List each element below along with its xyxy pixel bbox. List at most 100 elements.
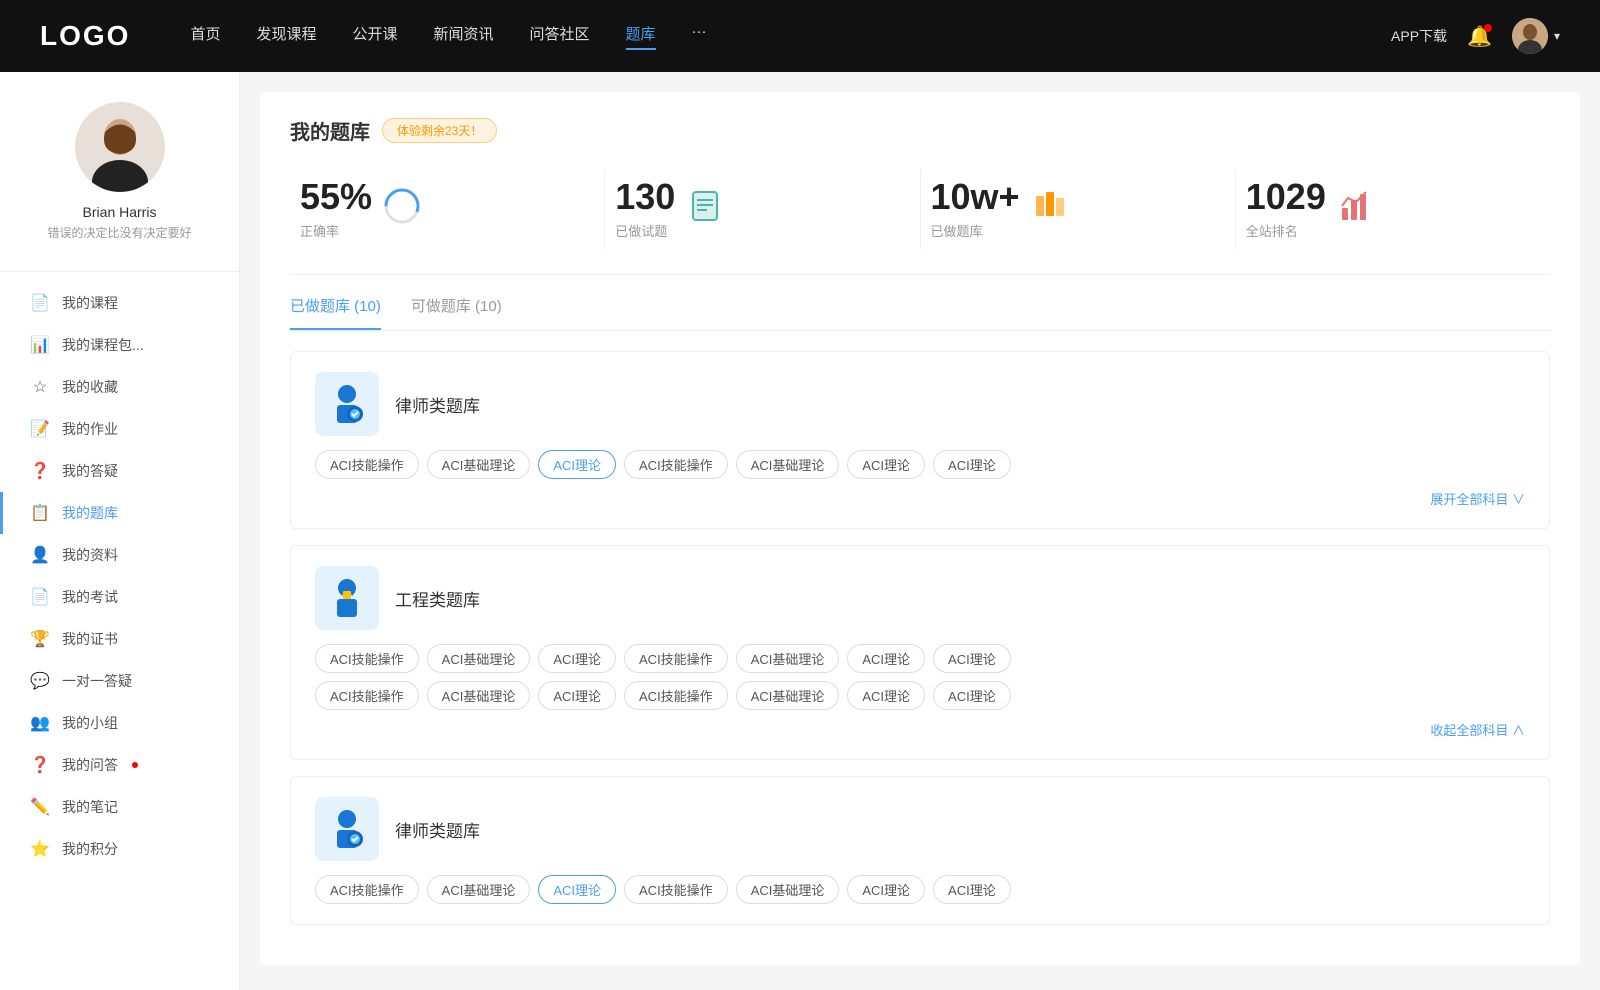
nav-news[interactable]: 新闻资讯 <box>434 23 494 50</box>
notification-bell[interactable]: 🔔 <box>1467 24 1492 49</box>
library-icon <box>1032 188 1068 231</box>
avatar <box>75 102 165 192</box>
tab-available-banks[interactable]: 可做题库 (10) <box>411 295 502 330</box>
bank-item-icon-lawyer-2 <box>315 797 379 861</box>
tag-item[interactable]: ACI理论 <box>847 875 925 904</box>
sidebar-item-homework[interactable]: 📝 我的作业 <box>0 408 239 450</box>
bank-item-name: 律师类题库 <box>395 817 480 842</box>
sidebar-item-points[interactable]: ⭐ 我的积分 <box>0 828 239 870</box>
tag-item[interactable]: ACI基础理论 <box>736 644 840 673</box>
sidebar-item-one-on-one[interactable]: 💬 一对一答疑 <box>0 660 239 702</box>
tag-item[interactable]: ACI基础理论 <box>736 875 840 904</box>
bank-section-header: 我的题库 体验剩余23天！ <box>290 116 1550 145</box>
bank-tags-row1: ACI技能操作 ACI基础理论 ACI理论 ACI技能操作 ACI基础理论 AC… <box>315 875 1525 904</box>
sidebar-item-course-package[interactable]: 📊 我的课程包... <box>0 324 239 366</box>
user-avatar-button[interactable]: ▾ <box>1512 18 1560 54</box>
sidebar-item-my-course[interactable]: 📄 我的课程 <box>0 282 239 324</box>
stats-row: 55% 正确率 130 已做试题 <box>290 169 1550 275</box>
sidebar-item-group[interactable]: 👥 我的小组 <box>0 702 239 744</box>
tag-item[interactable]: ACI理论 <box>538 681 616 710</box>
tag-item[interactable]: ACI基础理论 <box>736 681 840 710</box>
sidebar-item-label: 我的收藏 <box>62 377 118 397</box>
sidebar-item-profile-info[interactable]: 👤 我的资料 <box>0 534 239 576</box>
stat-library-value: 10w+ <box>931 179 1020 215</box>
tag-item[interactable]: ACI基础理论 <box>427 644 531 673</box>
tag-item[interactable]: ACI技能操作 <box>624 875 728 904</box>
tag-item[interactable]: ACI技能操作 <box>315 875 419 904</box>
tag-item[interactable]: ACI理论 <box>933 450 1011 479</box>
sidebar-item-notes[interactable]: ✏️ 我的笔记 <box>0 786 239 828</box>
sidebar-menu: 📄 我的课程 📊 我的课程包... ☆ 我的收藏 📝 我的作业 ❓ 我的答疑 📋 <box>0 282 239 890</box>
bank-page-title: 我的题库 <box>290 116 370 145</box>
header: LOGO 首页 发现课程 公开课 新闻资讯 问答社区 题库 ··· APP下载 … <box>0 0 1600 72</box>
nav-discover[interactable]: 发现课程 <box>256 23 316 50</box>
nav-open-course[interactable]: 公开课 <box>352 23 397 50</box>
bank-item-lawyer-2: 律师类题库 ACI技能操作 ACI基础理论 ACI理论 ACI技能操作 ACI基… <box>290 776 1550 925</box>
bank-section: 我的题库 体验剩余23天！ 55% 正确率 <box>260 92 1580 965</box>
tag-item[interactable]: ACI理论 <box>933 681 1011 710</box>
sidebar-item-my-qa[interactable]: ❓ 我的问答 <box>0 744 239 786</box>
sidebar-item-label: 我的课程 <box>62 293 118 313</box>
sidebar-item-label: 我的题库 <box>62 503 118 523</box>
main-content: 我的题库 体验剩余23天！ 55% 正确率 <box>240 72 1600 990</box>
tag-item[interactable]: ACI技能操作 <box>315 681 419 710</box>
tag-item-active[interactable]: ACI理论 <box>538 450 616 479</box>
tag-item[interactable]: ACI基础理论 <box>427 875 531 904</box>
tag-item[interactable]: ACI技能操作 <box>624 644 728 673</box>
tag-item[interactable]: ACI技能操作 <box>315 450 419 479</box>
app-download-button[interactable]: APP下载 <box>1391 26 1447 46</box>
tag-item[interactable]: ACI理论 <box>847 681 925 710</box>
question-icon: ❓ <box>30 461 50 481</box>
profile-name: Brian Harris <box>83 204 157 220</box>
bank-item-icon-lawyer <box>315 372 379 436</box>
nav-home[interactable]: 首页 <box>190 23 220 50</box>
tag-item[interactable]: ACI技能操作 <box>315 644 419 673</box>
stat-questions-label: 已做试题 <box>615 221 675 240</box>
tabs-row: 已做题库 (10) 可做题库 (10) <box>290 295 1550 331</box>
sidebar-item-label: 我的答疑 <box>62 461 118 481</box>
sidebar-divider <box>0 271 239 272</box>
stat-ranking: 1029 全站排名 <box>1236 169 1550 250</box>
expand-button-1[interactable]: 展开全部科目 ∨ <box>315 489 1525 508</box>
bank-item-name: 律师类题库 <box>395 392 480 417</box>
stat-accuracy-label: 正确率 <box>300 221 372 240</box>
tag-item[interactable]: ACI基础理论 <box>427 681 531 710</box>
points-icon: ⭐ <box>30 839 50 859</box>
sidebar-item-qa[interactable]: ❓ 我的答疑 <box>0 450 239 492</box>
tag-item[interactable]: ACI技能操作 <box>624 681 728 710</box>
stat-ranking-label: 全站排名 <box>1246 221 1326 240</box>
sidebar-item-exam[interactable]: 📄 我的考试 <box>0 576 239 618</box>
qa-notification-dot <box>132 762 138 768</box>
tag-item[interactable]: ACI技能操作 <box>624 450 728 479</box>
collapse-button-2[interactable]: 收起全部科目 ∧ <box>315 720 1525 739</box>
nav-qa[interactable]: 问答社区 <box>530 23 590 50</box>
tag-item[interactable]: ACI理论 <box>847 644 925 673</box>
sidebar-item-label: 我的资料 <box>62 545 118 565</box>
bank-item-header: 律师类题库 <box>315 797 1525 861</box>
tag-item[interactable]: ACI理论 <box>933 875 1011 904</box>
tag-item[interactable]: ACI基础理论 <box>736 450 840 479</box>
tab-done-banks[interactable]: 已做题库 (10) <box>290 295 381 330</box>
tag-item[interactable]: ACI理论 <box>933 644 1011 673</box>
tag-item[interactable]: ACI理论 <box>847 450 925 479</box>
notification-dot <box>1484 24 1492 32</box>
stat-ranking-value: 1029 <box>1246 179 1326 215</box>
package-icon: 📊 <box>30 335 50 355</box>
pie-chart-icon <box>384 188 420 231</box>
sidebar-item-label: 我的作业 <box>62 419 118 439</box>
sidebar-item-label: 我的笔记 <box>62 797 118 817</box>
nav-bank[interactable]: 题库 <box>626 23 656 50</box>
tag-item[interactable]: ACI基础理论 <box>427 450 531 479</box>
tag-item[interactable]: ACI理论 <box>538 644 616 673</box>
tag-item-active[interactable]: ACI理论 <box>538 875 616 904</box>
bank-item-name: 工程类题库 <box>395 586 480 611</box>
profile-icon: 👤 <box>30 545 50 565</box>
sidebar-item-certificate[interactable]: 🏆 我的证书 <box>0 618 239 660</box>
sidebar-item-my-bank[interactable]: 📋 我的题库 <box>0 492 239 534</box>
header-right: APP下载 🔔 ▾ <box>1391 18 1560 54</box>
avatar <box>1512 18 1548 54</box>
sidebar-item-favorites[interactable]: ☆ 我的收藏 <box>0 366 239 408</box>
sidebar-item-label: 我的考试 <box>62 587 118 607</box>
nav-more[interactable]: ··· <box>692 23 707 50</box>
star-icon: ☆ <box>30 377 50 397</box>
